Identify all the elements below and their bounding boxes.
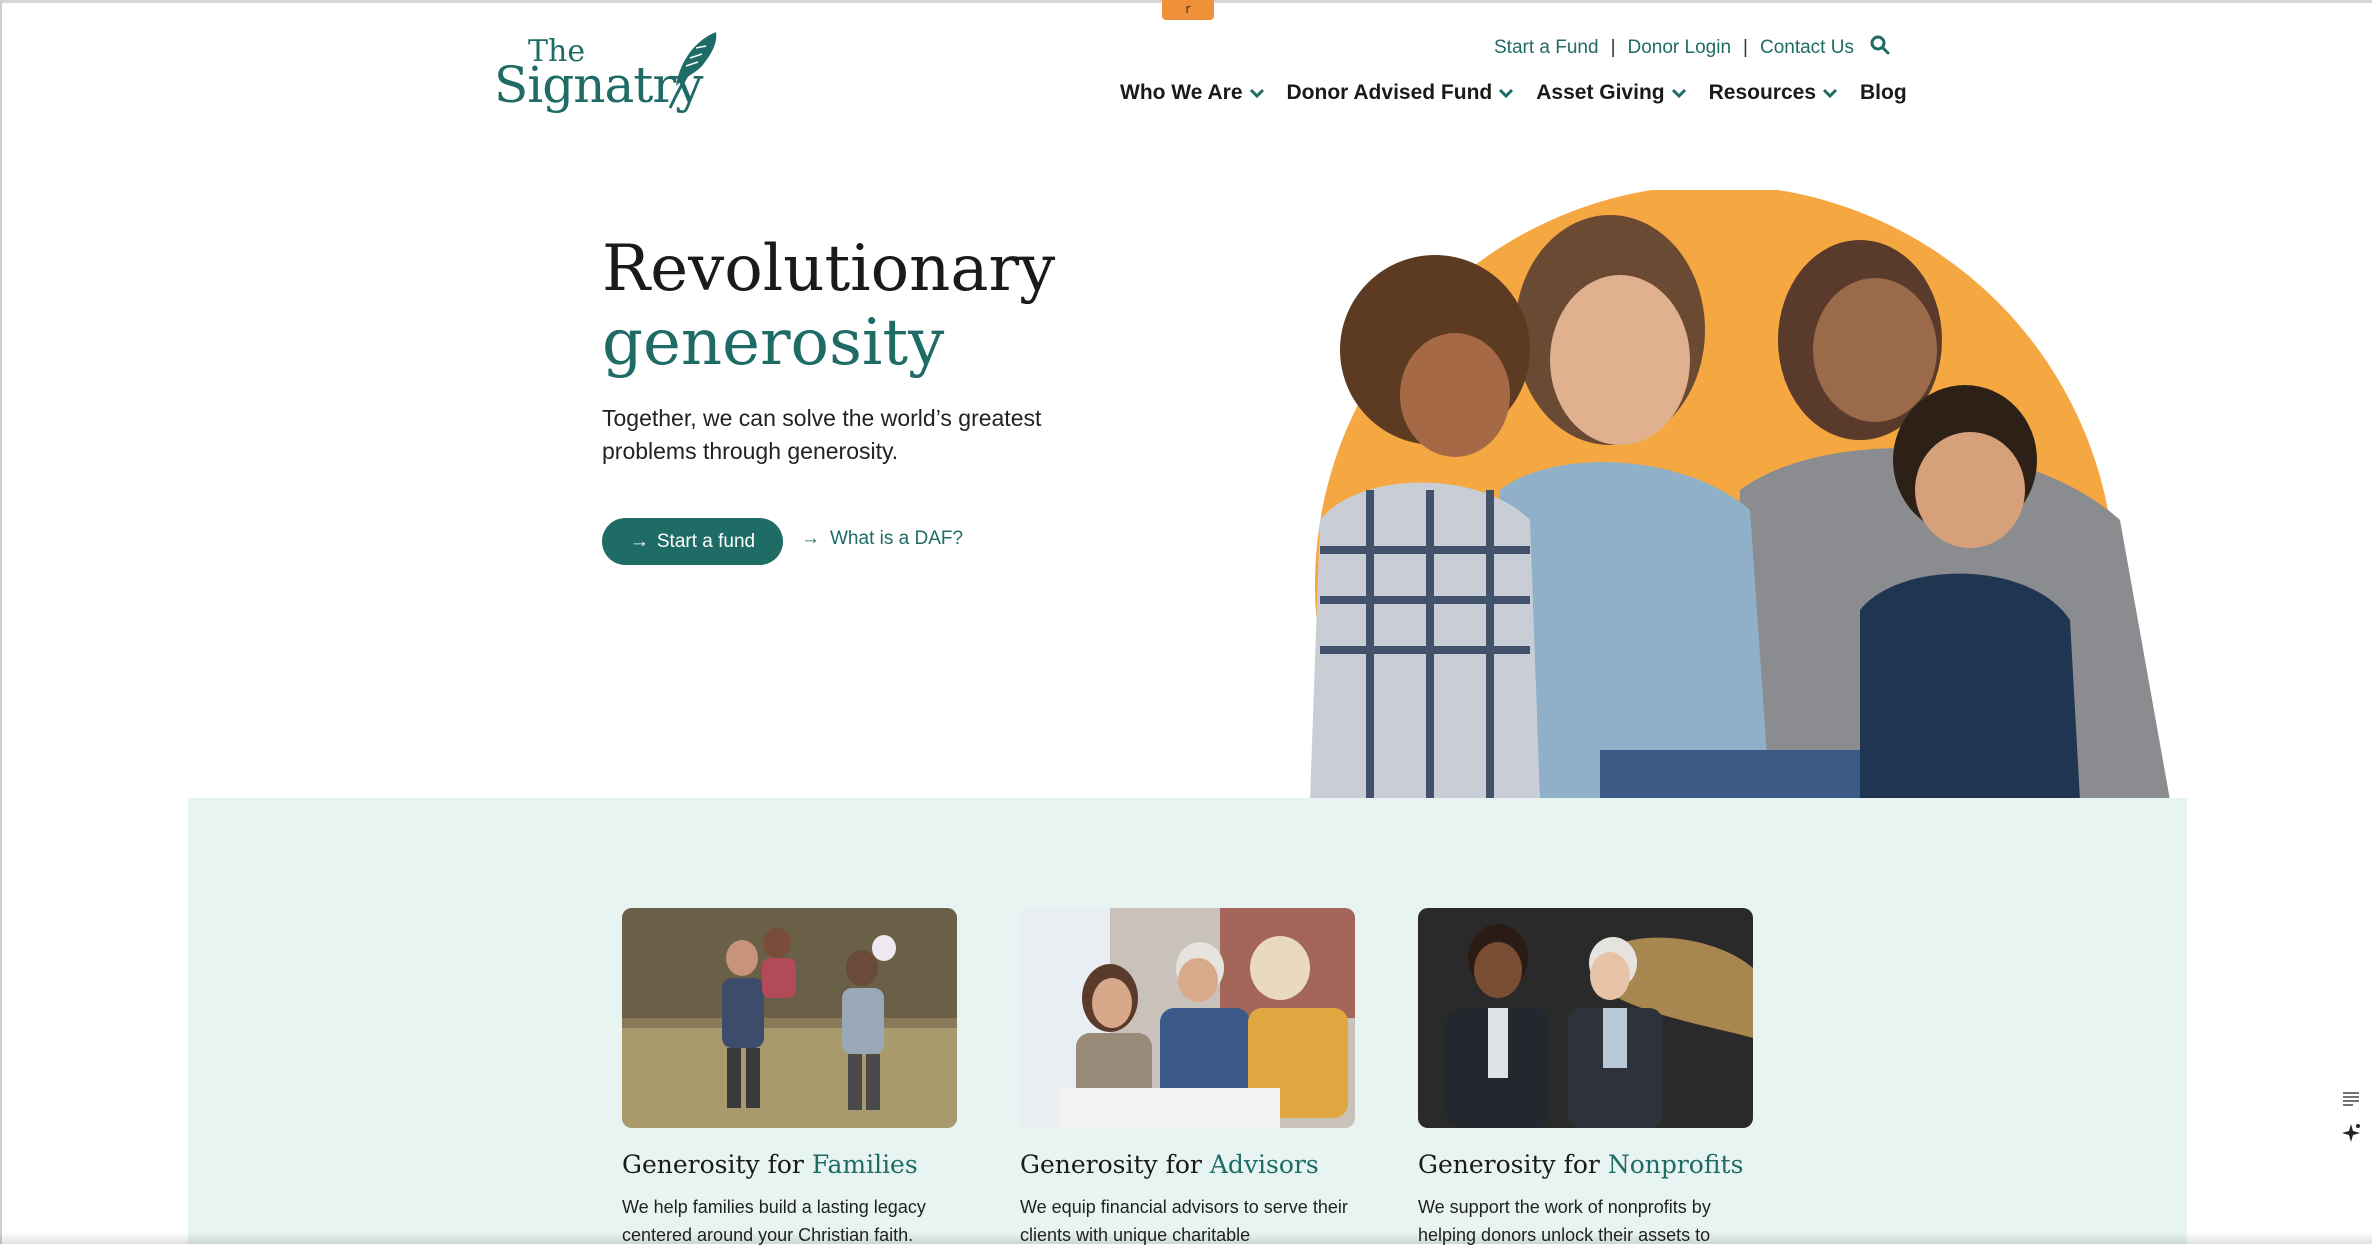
- nav-item-label: Blog: [1860, 81, 1907, 104]
- hero-subtitle: Together, we can solve the world’s great…: [602, 405, 1042, 464]
- card-title-prefix: Generosity for: [1418, 1150, 1608, 1179]
- nav-item-donor-advised-fund[interactable]: Donor Advised Fund: [1287, 81, 1515, 105]
- card-title: Generosity for Nonprofits: [1418, 1150, 1753, 1179]
- nav-item-label: Asset Giving: [1536, 81, 1665, 104]
- nav-item-blog[interactable]: Blog: [1860, 81, 1907, 105]
- chevron-down-icon: [1671, 81, 1687, 105]
- nonprofits-photo: [1418, 908, 1753, 1128]
- start-a-fund-button[interactable]: → Start a fund: [602, 518, 783, 565]
- audience-card-nonprofits[interactable]: Generosity for Nonprofits We support the…: [1418, 908, 1753, 1249]
- card-title-prefix: Generosity for: [622, 1150, 812, 1179]
- card-title-prefix: Generosity for: [1020, 1150, 1210, 1179]
- card-title-highlight: Families: [811, 1150, 918, 1179]
- families-photo: [622, 908, 957, 1128]
- main-nav: Who We Are Donor Advised Fund Asset Givi…: [1120, 76, 1907, 110]
- nav-item-label: Who We Are: [1120, 81, 1243, 104]
- nav-item-asset-giving[interactable]: Asset Giving: [1536, 81, 1686, 105]
- arrow-right-icon: →: [801, 528, 820, 549]
- sparkle-assistant-icon[interactable]: [2334, 1116, 2368, 1150]
- nav-item-resources[interactable]: Resources: [1709, 81, 1838, 105]
- card-title: Generosity for Advisors: [1020, 1150, 1355, 1179]
- side-floating-toolbar: [2334, 1082, 2368, 1160]
- feather-icon: [668, 32, 717, 109]
- start-a-fund-label: Start a fund: [656, 530, 756, 552]
- hero-title: Revolutionary generosity: [602, 232, 1055, 380]
- what-is-a-daf-link[interactable]: → What is a DAF?: [801, 528, 963, 550]
- donor-login-link[interactable]: Donor Login: [1628, 37, 1732, 59]
- reader-list-icon[interactable]: [2334, 1082, 2368, 1116]
- browser-left-edge: [0, 0, 2, 1244]
- contact-us-link[interactable]: Contact Us: [1760, 37, 1854, 59]
- nav-item-who-we-are[interactable]: Who We Are: [1120, 81, 1265, 105]
- what-is-a-daf-label: What is a DAF?: [830, 528, 964, 549]
- signatry-logo[interactable]: The Signatry: [494, 30, 724, 114]
- hero-title-line1: Revolutionary: [602, 232, 1056, 306]
- hero-title-line2: generosity: [602, 306, 945, 380]
- utility-nav: Start a Fund | Donor Login | Contact Us: [1494, 33, 1890, 63]
- utility-separator: |: [1610, 37, 1616, 58]
- card-title: Generosity for Families: [622, 1150, 957, 1179]
- search-icon[interactable]: [1870, 35, 1890, 61]
- advisors-photo: [1020, 908, 1355, 1128]
- arrow-right-icon: →: [629, 530, 649, 552]
- chevron-down-icon: [1249, 81, 1265, 105]
- audience-card-advisors[interactable]: Generosity for Advisors We equip financi…: [1020, 908, 1355, 1249]
- nav-item-label: Donor Advised Fund: [1286, 81, 1493, 104]
- start-a-fund-link[interactable]: Start a Fund: [1494, 37, 1599, 59]
- hero-family-photo: [1300, 190, 2190, 800]
- utility-separator: |: [1743, 37, 1748, 58]
- floating-tab-marker[interactable]: r: [1162, 0, 1214, 20]
- chevron-down-icon: [1822, 81, 1838, 105]
- nav-item-label: Resources: [1708, 81, 1816, 104]
- chevron-down-icon: [1498, 81, 1514, 105]
- audience-card-families[interactable]: Generosity for Families We help families…: [622, 908, 957, 1249]
- viewport-bottom-shadow: [0, 1232, 2372, 1244]
- card-title-highlight: Advisors: [1209, 1150, 1319, 1179]
- card-title-highlight: Nonprofits: [1607, 1150, 1744, 1179]
